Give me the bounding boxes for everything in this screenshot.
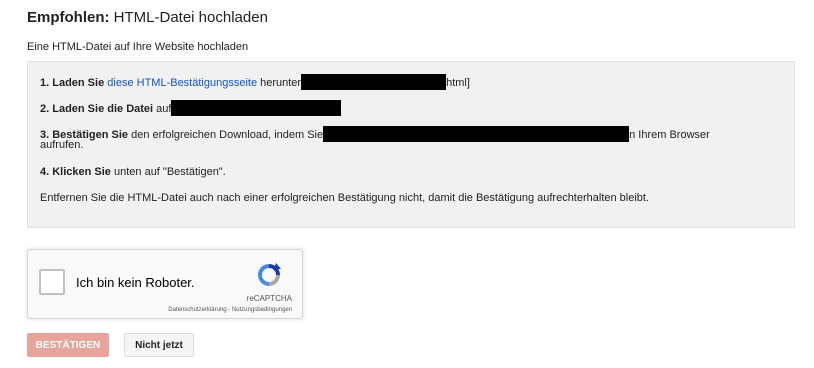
redacted-block bbox=[171, 100, 342, 116]
redacted-block bbox=[301, 74, 447, 90]
step-4-text: unten auf "Bestätigen". bbox=[110, 166, 226, 178]
recaptcha-checkbox[interactable] bbox=[39, 269, 65, 295]
instructions-box: 1. Laden Sie diese HTML-Bestätigungsseit… bbox=[27, 61, 795, 228]
redacted-block bbox=[323, 126, 630, 142]
step-3-text: den erfolgreichen Download, indem Sie bbox=[128, 129, 324, 141]
step-4: 4. Klicken Sie unten auf "Bestätigen". bbox=[40, 166, 226, 178]
step-1-text: herunter bbox=[257, 77, 302, 89]
page-subtitle: Eine HTML-Datei auf Ihre Website hochlad… bbox=[27, 41, 249, 53]
recaptcha-terms-links[interactable]: Datenschutzerklärung - Nutzungsbedingung… bbox=[168, 307, 292, 313]
step-1-bold: 1. Laden Sie bbox=[40, 77, 105, 89]
recaptcha-brand: reCAPTCHA bbox=[246, 294, 292, 303]
title-emphasis: Empfohlen: bbox=[27, 9, 110, 26]
page-title: Empfohlen: HTML-Datei hochladen bbox=[27, 9, 268, 27]
step-1-tail: html] bbox=[446, 77, 470, 89]
confirm-button[interactable]: BESTÄTIGEN bbox=[27, 333, 109, 357]
step-4-bold: 4. Klicken Sie bbox=[40, 166, 111, 178]
step-2: 2. Laden Sie die Datei auf bbox=[40, 100, 342, 116]
retention-note: Entfernen Sie die HTML-Datei auch nach e… bbox=[40, 192, 650, 204]
recaptcha-widget: Ich bin kein Roboter. reCAPTCHA Datensch… bbox=[27, 249, 303, 319]
recaptcha-label: Ich bin kein Roboter. bbox=[76, 275, 195, 290]
recaptcha-logo-icon bbox=[258, 263, 281, 286]
step-2-text: auf bbox=[153, 103, 172, 115]
step-2-bold: 2. Laden Sie die Datei bbox=[40, 103, 154, 115]
title-text: HTML-Datei hochladen bbox=[109, 9, 268, 26]
step-3-tail: n Ihrem Browser bbox=[629, 129, 710, 141]
step-3: 3. Bestätigen Sie den erfolgreichen Down… bbox=[40, 126, 710, 142]
step-1: 1. Laden Sie diese HTML-Bestätigungsseit… bbox=[40, 74, 470, 90]
not-now-button[interactable]: Nicht jetzt bbox=[124, 333, 194, 357]
step-3-line2: aufrufen. bbox=[40, 139, 84, 151]
verification-file-link[interactable]: diese HTML-Bestätigungsseite bbox=[107, 77, 257, 89]
